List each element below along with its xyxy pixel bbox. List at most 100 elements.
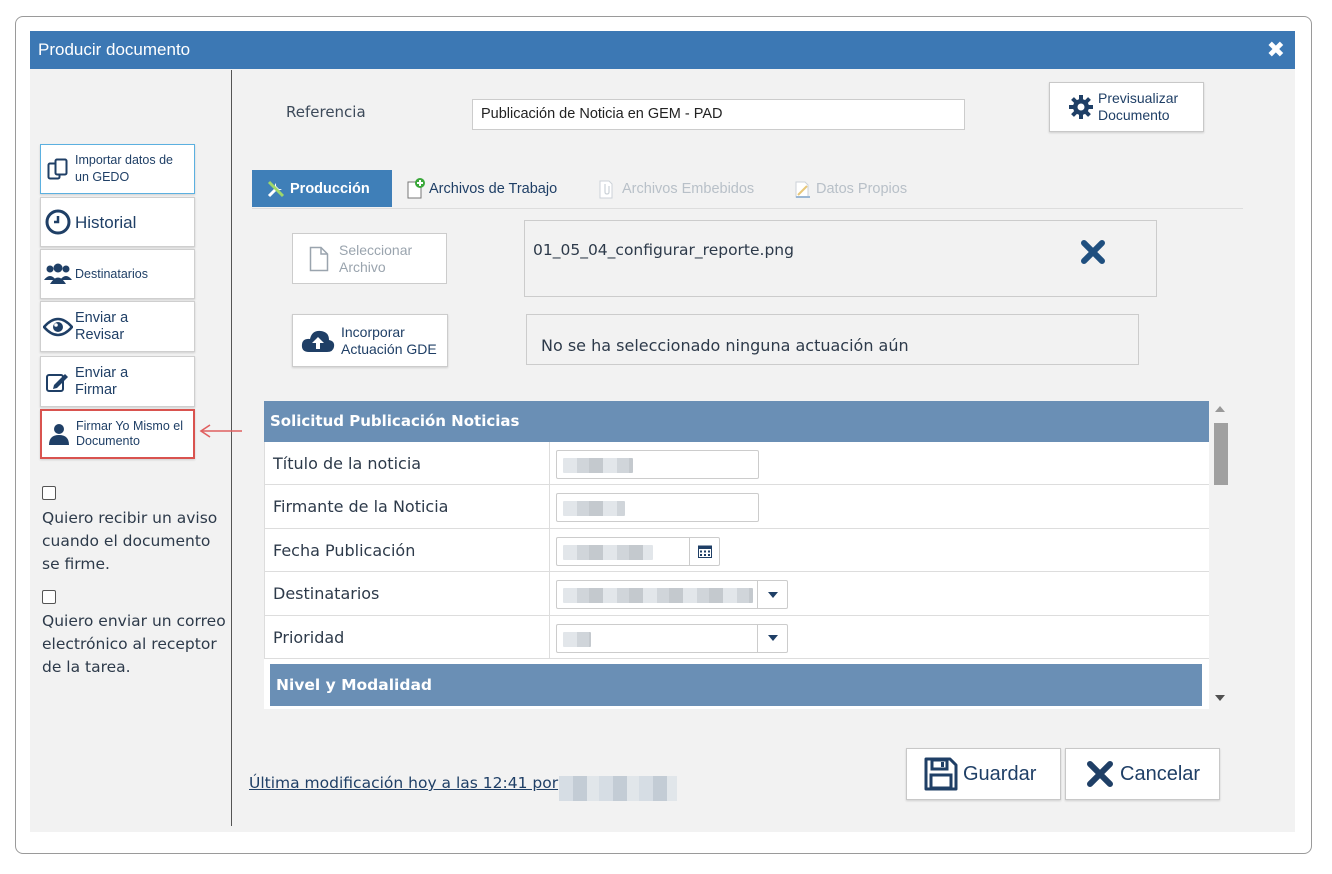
- selected-file-box: 01_05_04_configurar_reporte.png: [524, 220, 1157, 297]
- incorporate-actuacion-label: Incorporar Actuación GDE: [341, 323, 437, 357]
- select-file-label: Seleccionar Archivo: [339, 241, 413, 275]
- wrench-icon: [266, 179, 286, 199]
- cloud-upload-icon: [301, 328, 335, 354]
- form-scrollbar[interactable]: [1209, 401, 1231, 709]
- add-file-icon: [406, 177, 426, 200]
- notify-signed-label: Quiero recibir un aviso cuando el docume…: [42, 509, 218, 573]
- cancel-label: Cancelar: [1120, 762, 1201, 785]
- form-row-titulo: Título de la noticia: [264, 442, 1210, 486]
- redacted-value: [563, 631, 591, 647]
- prioridad-select[interactable]: [556, 623, 788, 653]
- scroll-down-icon[interactable]: [1215, 695, 1225, 701]
- preview-document-label: Previsualizar Documento: [1098, 90, 1179, 123]
- sign-myself-button[interactable]: Firmar Yo Mismo el Documento: [40, 409, 195, 459]
- selected-file-name: 01_05_04_configurar_reporte.png: [533, 241, 794, 259]
- recipients-button[interactable]: Destinatarios: [40, 249, 195, 299]
- user-icon: [42, 423, 76, 445]
- row-separator: [549, 528, 550, 572]
- row-separator: [549, 442, 550, 485]
- preview-document-button[interactable]: Previsualizar Documento: [1049, 82, 1204, 132]
- form-row-destinatarios: Destinatarios: [264, 572, 1210, 616]
- remove-file-icon[interactable]: [1080, 239, 1106, 270]
- reference-label: Referencia: [286, 103, 366, 121]
- form-row-label: Destinatarios: [273, 584, 380, 604]
- tab-archivos-trabajo-label: Archivos de Trabajo: [429, 180, 558, 197]
- save-label: Guardar: [963, 762, 1037, 785]
- actuacion-box: No se ha seleccionado ninguna actuación …: [526, 314, 1139, 365]
- destinatarios-select[interactable]: [556, 580, 788, 610]
- history-button[interactable]: Historial: [40, 197, 195, 247]
- redacted-value: [563, 458, 633, 473]
- row-separator: [549, 572, 550, 615]
- form-row-label: Fecha Publicación: [273, 540, 416, 560]
- select-file-button[interactable]: Seleccionar Archivo: [292, 233, 447, 284]
- send-to-review-button[interactable]: Enviar a Revisar: [40, 301, 195, 352]
- tab-datos-propios[interactable]: Datos Propios: [794, 170, 907, 207]
- reference-input[interactable]: Publicación de Noticia en GEM - PAD: [472, 99, 965, 130]
- save-button[interactable]: Guardar: [906, 748, 1061, 800]
- gear-icon: [1068, 94, 1094, 120]
- scroll-up-icon[interactable]: [1215, 406, 1225, 412]
- form-row-prioridad: Prioridad: [264, 615, 1210, 659]
- document-edit-icon: [794, 179, 812, 199]
- form-row-fecha: Fecha Publicación: [264, 528, 1210, 573]
- sign-myself-label: Firmar Yo Mismo el Documento: [76, 419, 183, 448]
- no-actuacion-text: No se ha seleccionado ninguna actuación …: [541, 336, 909, 355]
- incorporate-actuacion-button[interactable]: Incorporar Actuación GDE: [292, 314, 448, 367]
- form-row-label: Firmante de la Noticia: [273, 497, 449, 517]
- dialog-titlebar: Producir documento ✖: [30, 31, 1295, 69]
- recipients-label: Destinatarios: [75, 266, 148, 281]
- dialog-title: Producir documento: [38, 40, 191, 59]
- produce-document-dialog: Producir documento ✖ Importar datos de u…: [30, 31, 1295, 832]
- titulo-input[interactable]: [556, 450, 759, 479]
- send-email-label: Quiero enviar un correo electrónico al r…: [42, 612, 226, 676]
- tabs-bar: Producción Archivos de Trabajo Archivos …: [252, 170, 1243, 209]
- send-to-sign-label: Enviar a Firmar: [75, 364, 129, 398]
- send-to-review-label: Enviar a Revisar: [75, 309, 129, 343]
- cancel-button[interactable]: Cancelar: [1065, 748, 1220, 800]
- tab-archivos-trabajo[interactable]: Archivos de Trabajo: [406, 170, 557, 207]
- file-icon: [309, 246, 329, 272]
- users-icon: [41, 263, 75, 285]
- form-row-firmante: Firmante de la Noticia: [264, 485, 1210, 529]
- chevron-down-icon[interactable]: [757, 624, 787, 652]
- tab-produccion[interactable]: Producción: [252, 170, 392, 207]
- chevron-down-icon[interactable]: [757, 581, 787, 609]
- edit-icon: [41, 370, 75, 394]
- import-gedo-label: Importar datos de un GEDO: [75, 153, 173, 184]
- tab-archivos-embebidos-label: Archivos Embebidos: [622, 180, 755, 197]
- import-gedo-button[interactable]: Importar datos de un GEDO: [40, 144, 195, 194]
- send-to-sign-button[interactable]: Enviar a Firmar: [40, 356, 195, 407]
- calendar-icon[interactable]: [689, 537, 719, 565]
- scroll-thumb[interactable]: [1214, 423, 1228, 485]
- redacted-value: [563, 588, 753, 604]
- form-row-label: Prioridad: [273, 627, 345, 647]
- close-icon: [1086, 760, 1114, 788]
- clock-icon: [41, 209, 75, 235]
- eye-icon: [41, 317, 75, 337]
- close-icon[interactable]: ✖: [1267, 37, 1285, 63]
- tab-archivos-embebidos[interactable]: Archivos Embebidos: [598, 170, 754, 207]
- form-section2-title: Nivel y Modalidad: [270, 664, 1202, 706]
- form-row-label: Título de la noticia: [273, 454, 422, 473]
- form-panel: Solicitud Publicación Noticias Título de…: [264, 401, 1231, 709]
- save-icon: [923, 756, 959, 792]
- redacted-value: [563, 501, 625, 517]
- attachment-icon: [598, 178, 614, 200]
- redacted-user: [559, 776, 677, 801]
- notify-signed-checkbox[interactable]: [42, 486, 56, 500]
- row-separator: [549, 485, 550, 528]
- history-label: Historial: [75, 212, 137, 232]
- form-section-title: Solicitud Publicación Noticias: [264, 401, 1210, 442]
- firmante-input[interactable]: [556, 493, 759, 523]
- send-email-checkbox[interactable]: [42, 590, 56, 604]
- tab-produccion-label: Producción: [290, 180, 370, 197]
- row-separator: [549, 615, 550, 658]
- pointer-arrow: [199, 424, 242, 438]
- redacted-value: [563, 544, 653, 560]
- tab-datos-propios-label: Datos Propios: [816, 180, 908, 197]
- fecha-input[interactable]: [556, 536, 720, 566]
- last-modified-link[interactable]: Última modificación hoy a las 12:41 por: [249, 774, 558, 792]
- copy-document-icon: [41, 157, 75, 181]
- sidebar-divider: [231, 70, 232, 826]
